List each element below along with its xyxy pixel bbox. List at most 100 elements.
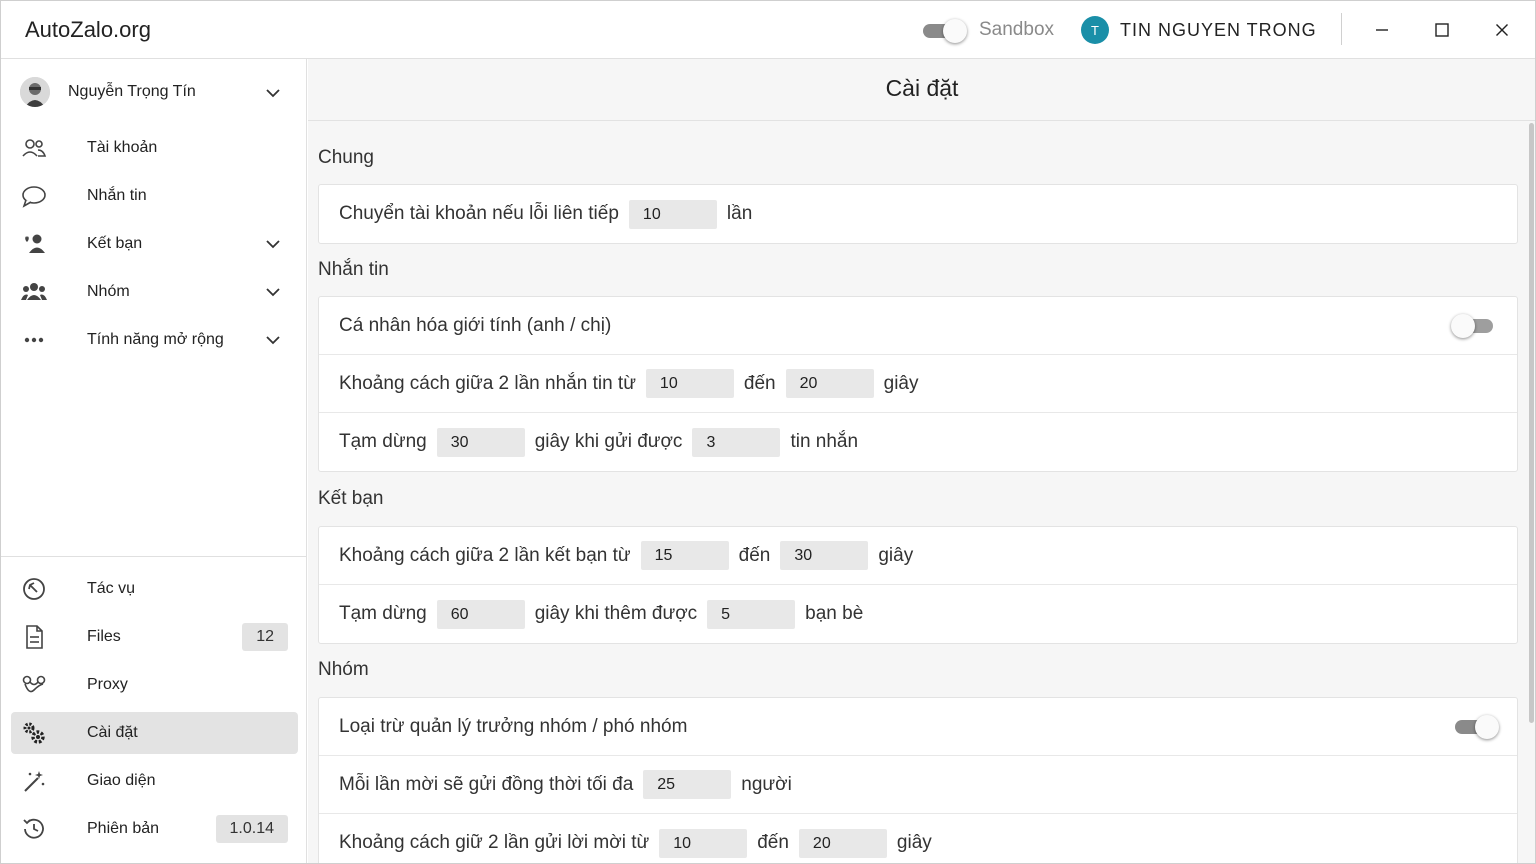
sidebar-item-label: Nhắn tin (87, 187, 147, 204)
sidebar-item-label: Cài đặt (87, 724, 138, 741)
chevron-down-icon (266, 336, 280, 345)
invite-interval-max-input[interactable]: 20 (798, 828, 887, 858)
sidebar-item-label: Tài khoản (87, 139, 158, 156)
setting-row-gender-personalization: Cá nhân hóa giới tính (anh / chị) (319, 297, 1517, 355)
setting-label: đến (738, 544, 771, 566)
setting-label: đến (757, 832, 789, 853)
friend-interval-min-input[interactable]: 15 (640, 541, 729, 570)
sandbox-label: Sandbox (979, 19, 1055, 40)
page-header: Cài đặt (308, 59, 1535, 121)
sidebar-item-tasks[interactable]: Tác vụ (11, 568, 298, 610)
sidebar-item-label: Tính năng mở rộng (87, 331, 224, 348)
message-pause-seconds-input[interactable]: 30 (436, 427, 525, 457)
sidebar-item-friends[interactable]: Kết bạn (11, 223, 298, 265)
maximize-button[interactable] (1427, 15, 1457, 45)
chat-bubble-icon (22, 186, 46, 208)
setting-unit: bạn bè (805, 603, 864, 624)
sidebar-item-label: Nhóm (87, 283, 130, 300)
sandbox-switch[interactable] (921, 19, 967, 43)
sidebar-item-label: Tác vụ (87, 580, 136, 597)
sidebar-item-appearance[interactable]: Giao diện (11, 760, 298, 802)
app-title: AutoZalo.org (25, 17, 151, 42)
setting-unit: giây (878, 544, 914, 566)
messaging-settings-card: Cá nhân hóa giới tính (anh / chị) Khoảng… (318, 296, 1518, 472)
setting-row-exclude-admins: Loại trừ quản lý trưởng nhóm / phó nhóm (319, 698, 1517, 756)
message-interval-min-input[interactable]: 10 (645, 369, 734, 398)
setting-label: Mỗi lần mời sẽ gửi đồng thời tối đa (339, 773, 634, 795)
setting-row-invite-interval: Khoảng cách giữ 2 lần gửi lời mời từ 10 … (319, 814, 1517, 863)
sidebar-item-proxy[interactable]: Proxy (11, 664, 298, 706)
friend-interval-max-input[interactable]: 30 (780, 541, 869, 570)
gender-personalization-switch[interactable] (1451, 314, 1497, 338)
section-title-groups: Nhóm (318, 659, 369, 680)
chevron-down-icon (266, 89, 280, 98)
file-icon (26, 625, 43, 649)
message-pause-count-input[interactable]: 3 (692, 427, 781, 457)
sidebar-item-accounts[interactable]: Tài khoản (11, 127, 298, 169)
profile-name: Nguyễn Trọng Tín (68, 83, 196, 100)
setting-label: Khoảng cách giữa 2 lần nhắn tin từ (339, 372, 636, 394)
version-badge: 1.0.14 (215, 815, 288, 843)
close-icon (1496, 24, 1508, 36)
scrollbar[interactable] (1529, 123, 1534, 723)
app-window: AutoZalo.org Sandbox T TIN NGUYEN TRONG (0, 0, 1536, 864)
avatar-image-icon (20, 77, 50, 107)
sidebar-item-messages[interactable]: Nhắn tin (11, 175, 298, 217)
switch-thumb (943, 19, 967, 43)
setting-label: Loại trừ quản lý trưởng nhóm / phó nhóm (339, 715, 688, 737)
invite-interval-min-input[interactable]: 10 (659, 828, 748, 858)
profile-avatar (20, 77, 50, 107)
switch-thumb (1451, 314, 1475, 338)
sidebar-item-label: Phiên bản (87, 820, 160, 837)
add-friend-icon (25, 234, 45, 253)
files-count-badge: 12 (242, 623, 288, 651)
setting-label: Tạm dừng (339, 603, 427, 624)
setting-row-friend-pause: Tạm dừng 60 giây khi thêm được 5 bạn bè (319, 585, 1517, 643)
setting-label: giây khi thêm được (534, 603, 698, 624)
sidebar-item-label: Kết bạn (87, 235, 143, 252)
close-button[interactable] (1487, 15, 1517, 45)
sandbox-toggle-group: Sandbox (921, 15, 1054, 45)
proxy-icon (22, 675, 46, 693)
theme-icon (24, 771, 45, 792)
sidebar-divider (1, 556, 307, 557)
setting-row-friend-interval: Khoảng cách giữa 2 lần kết bạn từ 15 đến… (319, 527, 1517, 585)
exclude-admins-switch[interactable] (1453, 715, 1499, 739)
error-limit-input[interactable]: 10 (628, 199, 717, 229)
friend-pause-seconds-input[interactable]: 60 (436, 599, 525, 629)
setting-row-message-pause: Tạm dừng 30 giây khi gửi được 3 tin nhắn (319, 413, 1517, 471)
tasks-icon (23, 578, 45, 600)
minimize-button[interactable] (1367, 15, 1397, 45)
invite-batch-size-input[interactable]: 25 (643, 770, 732, 799)
profile-selector[interactable]: Nguyễn Trọng Tín (1, 69, 307, 115)
sidebar-item-extensions[interactable]: Tính năng mở rộng (11, 319, 298, 361)
sidebar-item-version[interactable]: Phiên bản 1.0.14 (11, 808, 298, 850)
section-title-friends: Kết bạn (318, 488, 384, 509)
sidebar-item-label: Giao diện (87, 772, 156, 789)
message-interval-max-input[interactable]: 20 (785, 369, 874, 398)
setting-label: đến (743, 372, 776, 394)
friends-settings-card: Khoảng cách giữa 2 lần kết bạn từ 15 đến… (318, 526, 1518, 644)
setting-row-switch-account: Chuyển tài khoản nếu lỗi liên tiếp 10 lầ… (319, 185, 1517, 243)
setting-label: giây khi gửi được (534, 431, 683, 452)
section-title-messaging: Nhắn tin (318, 259, 389, 280)
setting-label: Khoảng cách giữ 2 lần gửi lời mời từ (339, 832, 650, 853)
friend-pause-count-input[interactable]: 5 (707, 599, 796, 629)
sidebar-item-label: Files (87, 628, 121, 645)
user-chip[interactable]: T TIN NGUYEN TRONG (1081, 16, 1317, 44)
setting-label: Cá nhân hóa giới tính (anh / chị) (339, 314, 612, 336)
minimize-icon (1376, 29, 1388, 31)
setting-row-invite-batch: Mỗi lần mời sẽ gửi đồng thời tối đa 25 n… (319, 756, 1517, 814)
sidebar-item-files[interactable]: Files 12 (11, 616, 298, 658)
group-icon (21, 283, 47, 300)
user-avatar: T (1081, 16, 1109, 44)
setting-unit: tin nhắn (790, 431, 859, 452)
maximize-icon (1435, 23, 1449, 37)
groups-settings-card: Loại trừ quản lý trưởng nhóm / phó nhóm … (318, 697, 1518, 863)
sidebar-item-settings[interactable]: Cài đặt (11, 712, 298, 754)
setting-unit: giây (883, 372, 919, 394)
chevron-down-icon (266, 240, 280, 249)
sidebar-item-groups[interactable]: Nhóm (11, 271, 298, 313)
titlebar-divider (1341, 13, 1342, 45)
setting-label: Chuyển tài khoản nếu lỗi liên tiếp (339, 203, 619, 224)
